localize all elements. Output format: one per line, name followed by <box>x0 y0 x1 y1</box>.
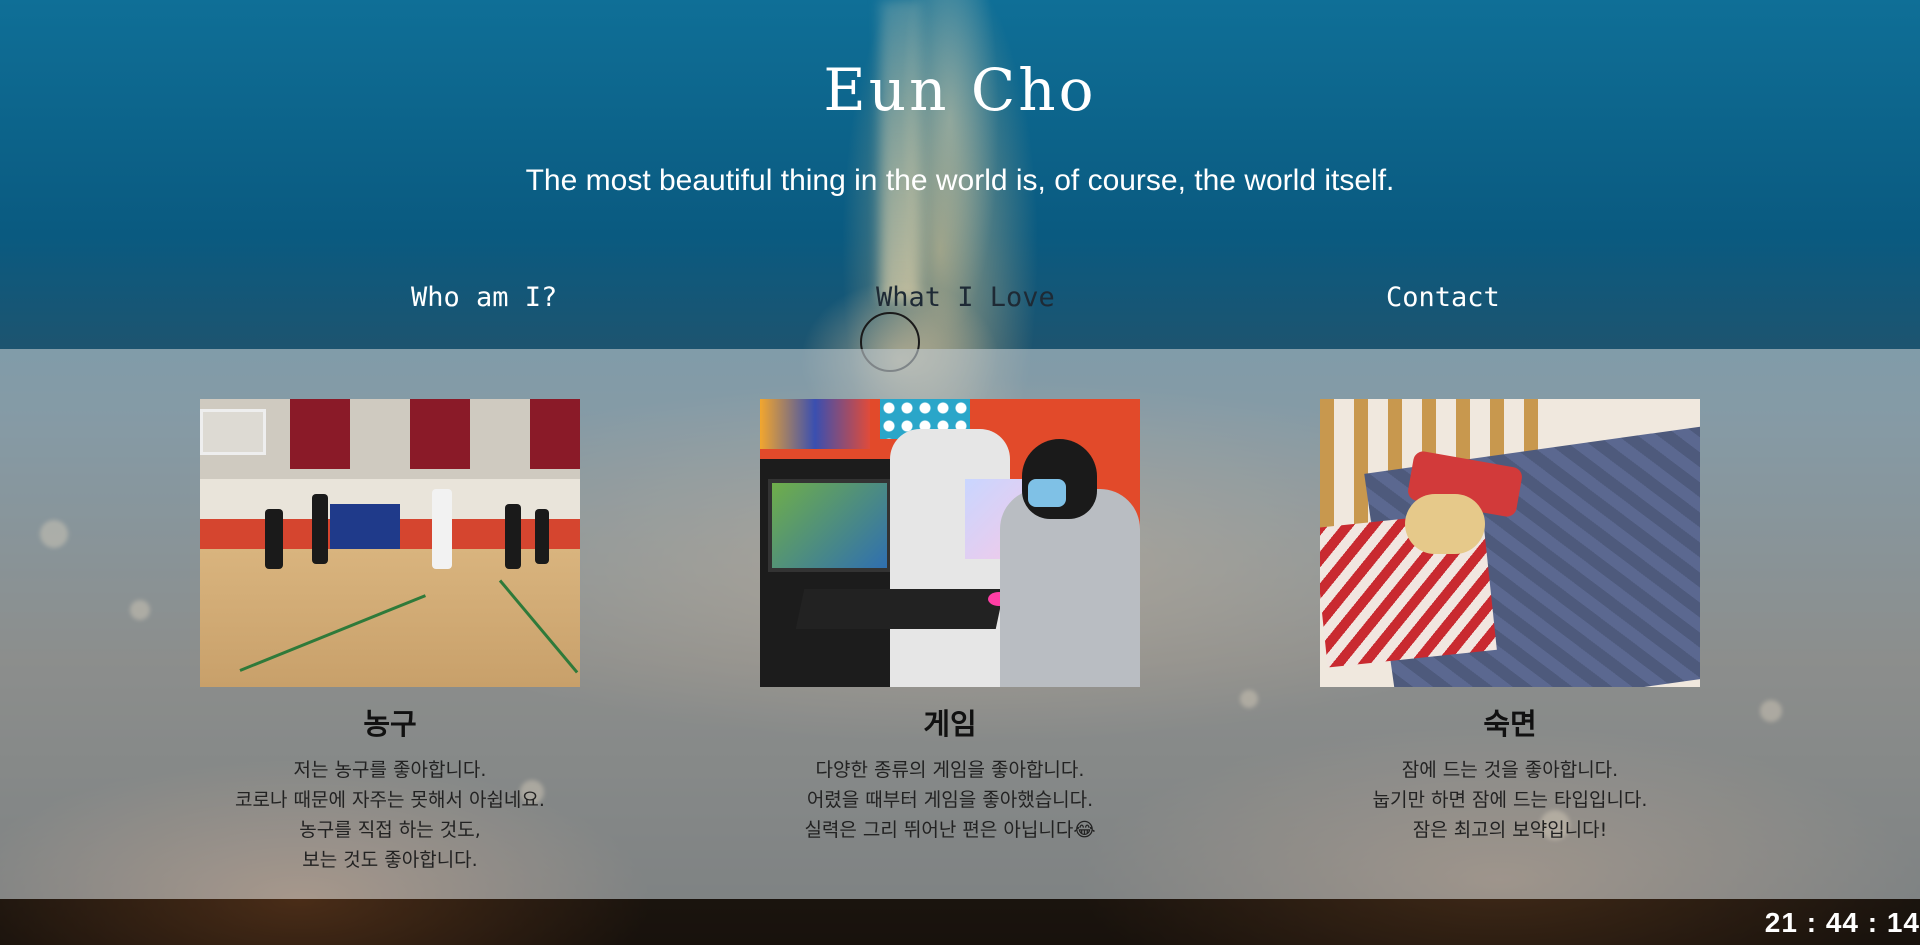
description-line: 실력은 그리 뛰어난 편은 아닙니다😂 <box>804 819 1096 841</box>
love-description: 잠에 드는 것을 좋아합니다. 눕기만 하면 잠에 드는 타입입니다. 잠은 최… <box>1320 755 1700 845</box>
love-card-basketball: 농구 저는 농구를 좋아합니다. 코로나 때문에 자주는 못해서 아쉽네요. 농… <box>200 399 580 875</box>
love-description: 다양한 종류의 게임을 좋아합니다. 어렸을 때부터 게임을 좋아했습니다. 실… <box>760 755 1140 845</box>
main-nav: Who am I? What I Love Contact <box>0 282 1920 322</box>
nav-what-i-love[interactable]: What I Love <box>876 282 1055 313</box>
love-description: 저는 농구를 좋아합니다. 코로나 때문에 자주는 못해서 아쉽네요. 농구를 … <box>200 755 580 875</box>
description-line: 어렸을 때부터 게임을 좋아했습니다. <box>806 789 1094 811</box>
description-line: 보는 것도 좋아합니다. <box>302 849 478 871</box>
site-header: Eun Cho The most beautiful thing in the … <box>0 0 1920 372</box>
love-card-game: 게임 다양한 종류의 게임을 좋아합니다. 어렸을 때부터 게임을 좋아했습니다… <box>760 399 1140 845</box>
basketball-photo <box>200 399 580 687</box>
what-i-love-section: 농구 저는 농구를 좋아합니다. 코로나 때문에 자주는 못해서 아쉽네요. 농… <box>0 349 1920 899</box>
site-tagline: The most beautiful thing in the world is… <box>525 164 1395 197</box>
description-line: 코로나 때문에 자주는 못해서 아쉽네요. <box>235 789 545 811</box>
description-line: 잠에 드는 것을 좋아합니다. <box>1401 759 1619 781</box>
nav-who-am-i[interactable]: Who am I? <box>411 282 557 313</box>
description-line: 눕기만 하면 잠에 드는 타입입니다. <box>1372 789 1648 811</box>
footer-bar: 21 : 44 : 14 <box>0 899 1920 945</box>
sleep-photo <box>1320 399 1700 687</box>
description-line: 잠은 최고의 보약입니다! <box>1412 819 1608 841</box>
love-title: 게임 <box>923 707 977 741</box>
teddy-bear-icon <box>1405 494 1485 554</box>
clock: 21 : 44 : 14 <box>1764 907 1920 938</box>
love-title: 농구 <box>363 707 417 741</box>
nav-contact[interactable]: Contact <box>1386 282 1500 313</box>
description-line: 농구를 직접 하는 것도, <box>299 819 481 841</box>
love-title: 숙면 <box>1483 707 1537 741</box>
description-line: 저는 농구를 좋아합니다. <box>293 759 487 781</box>
love-card-sleep: 숙면 잠에 드는 것을 좋아합니다. 눕기만 하면 잠에 드는 타입입니다. 잠… <box>1320 399 1700 845</box>
hoop-icon <box>200 409 266 455</box>
description-line: 다양한 종류의 게임을 좋아합니다. <box>815 759 1085 781</box>
site-title: Eun Cho <box>823 56 1097 124</box>
game-photo <box>760 399 1140 687</box>
